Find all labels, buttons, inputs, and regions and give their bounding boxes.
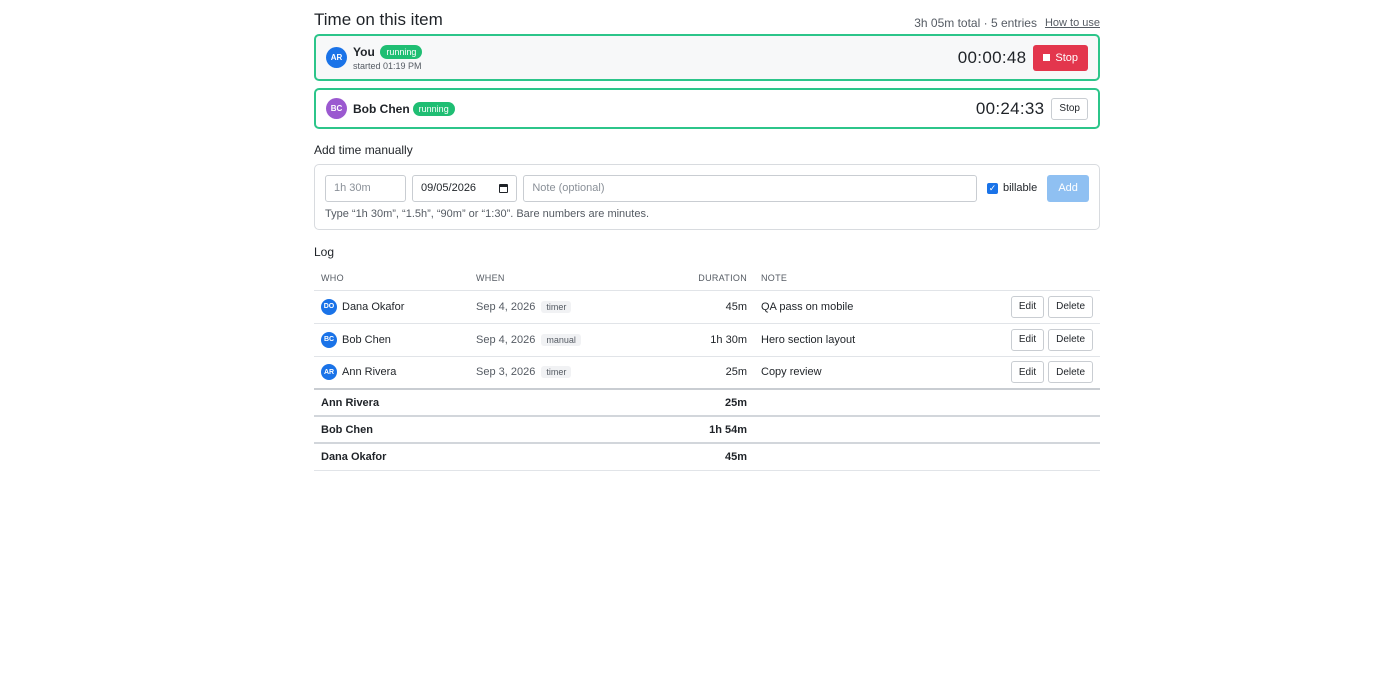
entry-duration: 25m (619, 356, 754, 390)
edit-button[interactable]: Edit (1010, 295, 1045, 318)
total-user: Dana Okafor (314, 443, 469, 471)
how-to-use-link[interactable]: How to use (1045, 17, 1100, 29)
total-duration: 45m (619, 443, 754, 471)
total-summary: 3h 05m total · 5 entries (914, 16, 1037, 30)
column-header-when: WHEN (469, 266, 619, 291)
edit-button[interactable]: Edit (1010, 361, 1045, 384)
entry-date: Sep 3, 2026 (476, 366, 536, 379)
running-timer-card: BC Bob Chen running 00:24:33 Stop (314, 88, 1100, 129)
source-tag: timer (541, 366, 572, 379)
running-badge: running (412, 101, 455, 116)
total-row: Ann Rivera 25m (314, 388, 1100, 417)
total-user: Ann Rivera (314, 388, 469, 417)
entry-note: QA pass on mobile (754, 290, 938, 324)
total-row: Dana Okafor 45m (314, 443, 1100, 471)
source-tag: manual (541, 333, 581, 346)
delete-button[interactable]: Delete (1048, 295, 1093, 318)
billable-checkbox[interactable]: ✓ (986, 182, 998, 194)
avatar: AR (321, 364, 337, 381)
date-input[interactable]: 09/05/2026 (412, 174, 518, 202)
column-header-note: NOTE (754, 266, 938, 291)
total-row: Bob Chen 1h 54m (314, 416, 1100, 444)
avatar: AR (326, 47, 347, 68)
total-user: Bob Chen (314, 416, 469, 444)
edit-button[interactable]: Edit (1010, 328, 1045, 351)
manual-entry-form: 09/05/2026 ✓ billable Add Type “1h 30m”,… (314, 164, 1100, 230)
avatar: BC (326, 98, 347, 119)
time-log-table: WHO WHEN DURATION NOTE DO Dana Okafor Sep… (314, 266, 1100, 471)
billable-toggle[interactable]: ✓ billable (986, 182, 1038, 194)
entry-note: Hero section layout (754, 323, 938, 357)
duration-input[interactable] (325, 174, 406, 202)
entry-duration: 1h 30m (619, 323, 754, 357)
source-tag: timer (541, 300, 572, 313)
timer-user-name: Bob Chen (353, 101, 410, 116)
stop-timer-button[interactable]: Stop (1051, 97, 1088, 120)
column-header-duration: DURATION (619, 266, 754, 291)
table-row: BC Bob Chen Sep 4, 2026 manual 1h 30m Hero… (314, 323, 1100, 357)
elapsed-timer: 00:24:33 (975, 98, 1045, 118)
date-value: 09/05/2026 (421, 182, 477, 194)
entry-user: Bob Chen (342, 333, 391, 346)
entry-date: Sep 4, 2026 (476, 300, 536, 313)
entry-user: Dana Okafor (342, 300, 405, 313)
billable-label: billable (1002, 182, 1038, 194)
time-tracking-panel: Time on this item 3h 05m total · 5 entri… (314, 0, 1100, 471)
table-header-row: WHO WHEN DURATION NOTE (314, 266, 1100, 291)
total-duration: 1h 54m (619, 416, 754, 444)
note-input[interactable] (523, 174, 977, 202)
duration-format-hint: Type “1h 30m”, “1.5h”, “90m” or “1:30”. … (325, 208, 650, 220)
running-timer-card: AR You running started 01:19 PM 00:00:48… (314, 34, 1100, 81)
stop-timer-button[interactable]: Stop (1033, 44, 1088, 71)
timer-user-name: You (353, 45, 375, 59)
stop-icon (1043, 54, 1051, 61)
panel-header: Time on this item 3h 05m total · 5 entri… (314, 0, 1100, 30)
log-heading: Log (314, 245, 335, 259)
stop-label: Stop (1055, 51, 1078, 64)
avatar: BC (321, 331, 337, 348)
table-row: DO Dana Okafor Sep 4, 2026 timer 45m QA pa… (314, 290, 1100, 324)
total-duration: 25m (619, 388, 754, 417)
delete-button[interactable]: Delete (1048, 328, 1093, 351)
delete-button[interactable]: Delete (1048, 361, 1093, 384)
add-time-button[interactable]: Add (1047, 174, 1089, 202)
table-row: AR Ann Rivera Sep 3, 2026 timer 25m Copy r… (314, 356, 1100, 390)
running-badge: running (380, 45, 423, 59)
entry-note: Copy review (754, 356, 938, 390)
elapsed-timer: 00:00:48 (957, 47, 1027, 67)
column-header-who: WHO (314, 266, 469, 291)
avatar: DO (321, 298, 337, 315)
page-title: Time on this item (314, 10, 443, 29)
manual-entry-heading: Add time manually (314, 143, 413, 157)
entry-duration: 45m (619, 290, 754, 324)
entry-date: Sep 4, 2026 (476, 333, 536, 346)
timer-start-time: started 01:19 PM (353, 61, 422, 71)
calendar-icon[interactable] (499, 183, 509, 193)
entry-user: Ann Rivera (342, 366, 397, 379)
time-summary: 3h 05m total · 5 entries How to use (914, 16, 1100, 30)
